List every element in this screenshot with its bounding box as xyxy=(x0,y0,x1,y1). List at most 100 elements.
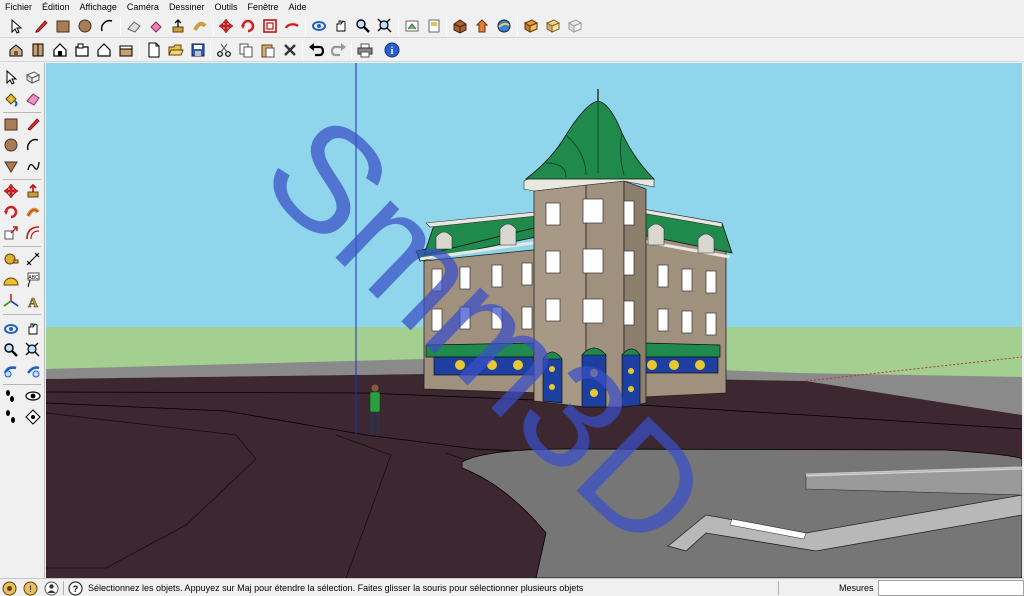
tool-palette: ABC A xyxy=(0,63,45,578)
help-icon[interactable]: ? xyxy=(68,581,83,596)
eraser-icon[interactable] xyxy=(23,89,43,109)
geo-location-icon[interactable] xyxy=(2,581,17,596)
menu-aide[interactable]: Aide xyxy=(284,0,312,14)
paste-icon[interactable] xyxy=(258,40,278,60)
text-icon[interactable]: ABC xyxy=(23,270,43,290)
select-icon[interactable] xyxy=(1,67,21,87)
orbit-icon[interactable] xyxy=(309,16,329,36)
zoom-window-icon[interactable] xyxy=(23,340,43,360)
eraser-icon[interactable] xyxy=(124,16,144,36)
delete-icon[interactable] xyxy=(280,40,300,60)
right-view-icon[interactable] xyxy=(72,40,92,60)
position-camera-icon[interactable] xyxy=(1,386,21,406)
follow-me-icon[interactable] xyxy=(190,16,210,36)
walk-icon[interactable] xyxy=(1,407,21,427)
line-icon[interactable] xyxy=(23,114,43,134)
top-view-icon[interactable] xyxy=(28,40,48,60)
measures-input[interactable] xyxy=(878,580,1024,596)
user-icon[interactable] xyxy=(44,581,59,596)
print-icon[interactable] xyxy=(355,40,375,60)
palette-separator xyxy=(3,112,41,113)
move-icon[interactable] xyxy=(1,181,21,201)
model-viewport[interactable]: Smm3D xyxy=(46,63,1022,578)
new-file-icon[interactable] xyxy=(144,40,164,60)
toolbar-separator xyxy=(351,41,352,59)
model-info-icon[interactable]: i xyxy=(382,40,402,60)
display-section-icon[interactable] xyxy=(543,16,563,36)
toolbar-separator xyxy=(398,17,399,35)
previous-view-icon[interactable] xyxy=(1,361,21,381)
move-icon[interactable] xyxy=(216,16,236,36)
section-cut-icon[interactable] xyxy=(565,16,585,36)
toolbar-separator xyxy=(210,41,211,59)
redo-icon[interactable] xyxy=(329,40,349,60)
get-models-icon[interactable] xyxy=(472,16,492,36)
follow-me-icon[interactable] xyxy=(23,202,43,222)
share-model-icon[interactable] xyxy=(494,16,514,36)
dimension-icon[interactable] xyxy=(23,249,43,269)
freehand-icon[interactable] xyxy=(23,156,43,176)
toolbar-separator xyxy=(213,17,214,35)
offset-icon[interactable] xyxy=(23,223,43,243)
palette-separator xyxy=(3,246,41,247)
circle-icon[interactable] xyxy=(75,16,95,36)
menu-fenetre[interactable]: Fenêtre xyxy=(242,0,283,14)
section-plane-icon[interactable] xyxy=(521,16,541,36)
paint-bucket-icon[interactable] xyxy=(1,89,21,109)
zoom-extents-icon[interactable] xyxy=(23,361,43,381)
push-pull-icon[interactable] xyxy=(168,16,188,36)
axes-icon[interactable] xyxy=(1,291,21,311)
section-plane-icon[interactable] xyxy=(23,407,43,427)
undo-icon[interactable] xyxy=(306,40,326,60)
orbit-icon[interactable] xyxy=(282,16,302,36)
look-around-icon[interactable] xyxy=(23,386,43,406)
3d-text-icon[interactable]: A xyxy=(23,291,43,311)
copy-icon[interactable] xyxy=(236,40,256,60)
toolbar-separator xyxy=(302,41,303,59)
arc-icon[interactable] xyxy=(23,135,43,155)
menu-outils[interactable]: Outils xyxy=(209,0,242,14)
components-icon[interactable] xyxy=(450,16,470,36)
polygon-icon[interactable] xyxy=(1,156,21,176)
scale-icon[interactable] xyxy=(1,223,21,243)
menu-fichier[interactable]: Fichier xyxy=(0,0,37,14)
position-camera-icon[interactable] xyxy=(402,16,422,36)
make-component-icon[interactable] xyxy=(23,67,43,87)
rotate-icon[interactable] xyxy=(238,16,258,36)
orbit-icon[interactable] xyxy=(1,319,21,339)
tape-measure-icon[interactable] xyxy=(1,249,21,269)
zoom-icon[interactable] xyxy=(1,340,21,360)
pencil-icon[interactable] xyxy=(31,16,51,36)
circle-icon[interactable] xyxy=(1,135,21,155)
menu-affichage[interactable]: Affichage xyxy=(75,0,122,14)
rectangle-icon[interactable] xyxy=(53,16,73,36)
paint-bucket-icon[interactable] xyxy=(146,16,166,36)
push-pull-icon[interactable] xyxy=(23,181,43,201)
status-text: Sélectionnez les objets. Appuyez sur Maj… xyxy=(88,583,584,593)
rotate-icon[interactable] xyxy=(1,202,21,222)
arc-icon[interactable] xyxy=(97,16,117,36)
scene-canvas[interactable]: Smm3D xyxy=(46,63,1022,578)
protractor-icon[interactable] xyxy=(1,270,21,290)
svg-text:A: A xyxy=(28,296,39,309)
menu-dessiner[interactable]: Dessiner xyxy=(164,0,210,14)
front-view-icon[interactable] xyxy=(50,40,70,60)
rectangle-icon[interactable] xyxy=(1,114,21,134)
pan-icon[interactable] xyxy=(23,319,43,339)
walk-icon[interactable] xyxy=(424,16,444,36)
offset-icon[interactable] xyxy=(260,16,280,36)
cut-icon[interactable] xyxy=(214,40,234,60)
back-view-icon[interactable] xyxy=(94,40,114,60)
credits-icon[interactable]: ! xyxy=(23,581,38,596)
iso-view-icon[interactable] xyxy=(6,40,26,60)
zoom-extents-icon[interactable] xyxy=(375,16,395,36)
menu-camera[interactable]: Caméra xyxy=(122,0,164,14)
status-bar: ! ? Sélectionnez les objets. Appuyez sur… xyxy=(0,578,1024,596)
zoom-icon[interactable] xyxy=(353,16,373,36)
select-icon[interactable] xyxy=(6,16,26,36)
menu-edition[interactable]: Édition xyxy=(37,0,75,14)
pan-icon[interactable] xyxy=(331,16,351,36)
open-file-icon[interactable] xyxy=(166,40,186,60)
left-view-icon[interactable] xyxy=(116,40,136,60)
save-icon[interactable] xyxy=(188,40,208,60)
